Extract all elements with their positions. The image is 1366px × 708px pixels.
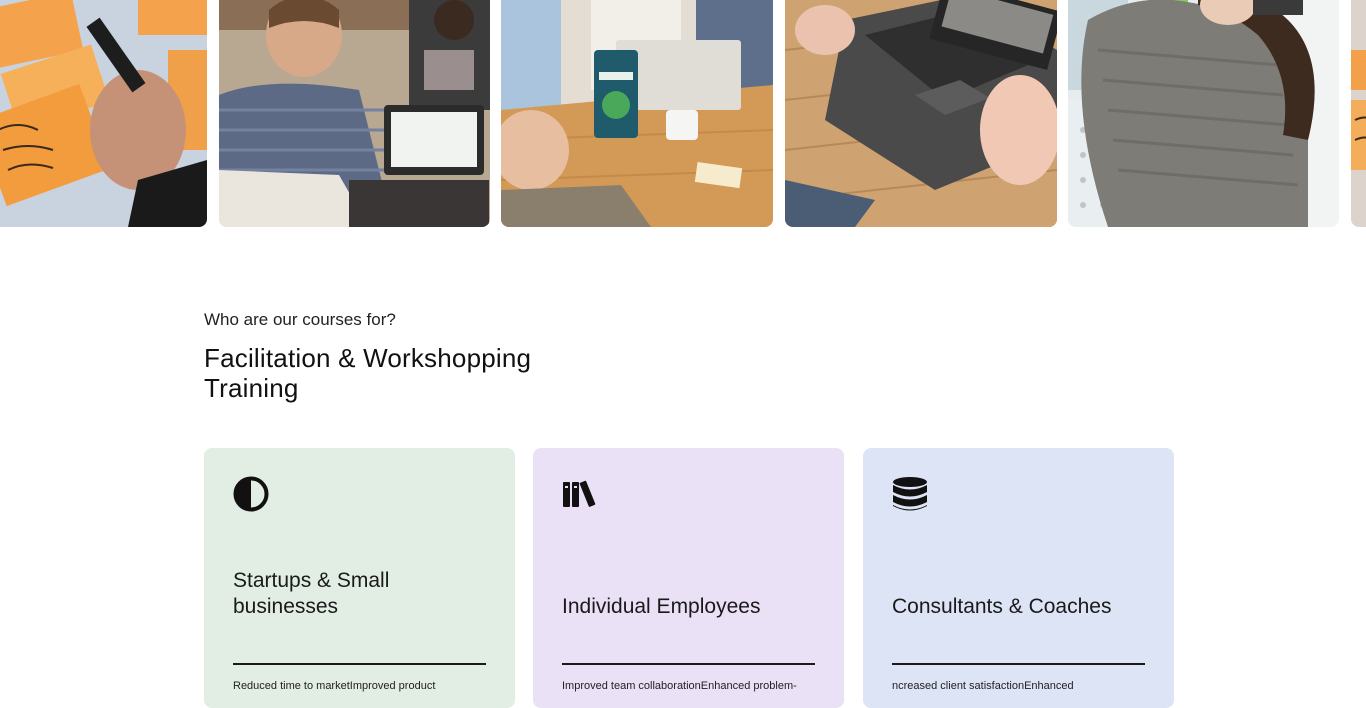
contrast-icon bbox=[233, 476, 269, 512]
photo-gallery bbox=[0, 0, 1366, 227]
card-divider bbox=[562, 663, 815, 665]
card-title: Individual Employees bbox=[562, 595, 761, 618]
books-icon bbox=[563, 480, 596, 507]
section-title: Facilitation & Workshopping Training bbox=[204, 343, 532, 403]
gallery-photo-meeting bbox=[219, 0, 490, 227]
gallery-photo-laptop-keyboard bbox=[785, 0, 1057, 227]
card-divider bbox=[892, 663, 1145, 665]
card-divider bbox=[233, 663, 486, 665]
gallery-photo-sticky-notes bbox=[0, 0, 207, 227]
gallery-photo-table-tea bbox=[501, 0, 773, 227]
audience-card-employees[interactable]: Individual Employees Improved team colla… bbox=[533, 448, 844, 708]
card-description: Reduced time to marketImproved product bbox=[233, 680, 436, 692]
gallery-photo-woman-whiteboard bbox=[1068, 0, 1339, 227]
database-icon bbox=[893, 477, 927, 511]
card-description: ncreased client satisfactionEnhanced bbox=[892, 680, 1074, 692]
audience-card-startups[interactable]: Startups & Small businesses Reduced time… bbox=[204, 448, 515, 708]
card-description: Improved team collaborationEnhanced prob… bbox=[562, 680, 797, 692]
audience-card-consultants[interactable]: Consultants & Coaches ncreased client sa… bbox=[863, 448, 1174, 708]
card-title: Startups & Small businesses bbox=[233, 569, 390, 618]
card-title: Consultants & Coaches bbox=[892, 595, 1112, 618]
gallery-photo-partial bbox=[1351, 0, 1366, 227]
section-eyebrow: Who are our courses for? bbox=[204, 310, 396, 329]
